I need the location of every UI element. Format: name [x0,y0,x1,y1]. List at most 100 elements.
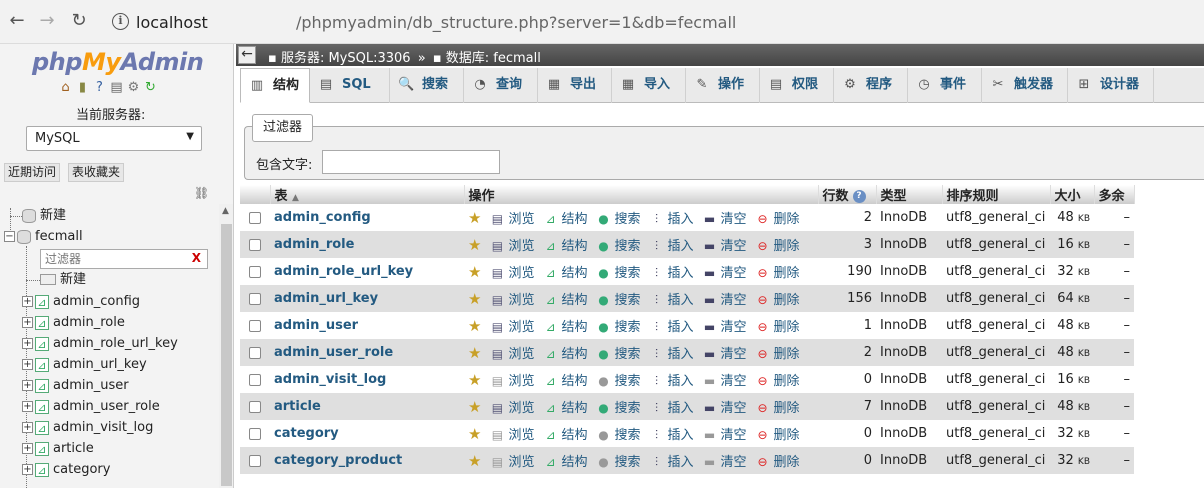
drop-action[interactable]: ⊖ 删除 [755,316,800,335]
favorite-star-icon[interactable]: ★ [468,317,481,335]
collapse-nav-button[interactable]: ← [238,46,256,64]
browse-action[interactable]: ▤ 浏览 [489,235,535,254]
structure-action[interactable]: ⊿ 结构 [542,451,587,470]
browse-action[interactable]: ▤ 浏览 [489,424,535,443]
favorite-star-icon[interactable]: ★ [468,371,481,389]
expand-icon[interactable]: + [22,317,33,328]
structure-action[interactable]: ⊿ 结构 [542,289,587,308]
insert-action[interactable]: ⫶ 插入 [649,316,694,335]
empty-action[interactable]: ▬ 清空 [702,343,747,362]
drop-action[interactable]: ⊖ 删除 [755,208,800,227]
table-size[interactable]: 48 KB [1050,312,1094,339]
insert-action[interactable]: ⫶ 插入 [649,235,694,254]
tree-new-database[interactable]: 新建 [22,206,66,226]
favorite-star-icon[interactable]: ★ [468,209,481,227]
favorite-star-icon[interactable]: ★ [468,452,481,470]
table-size[interactable]: 64 KB [1050,285,1094,312]
expand-icon[interactable]: + [22,422,33,433]
search-action[interactable]: ● 搜索 [595,397,640,416]
search-action[interactable]: ● 搜索 [595,451,640,470]
row-checkbox[interactable] [249,265,261,278]
breadcrumb-server[interactable]: 服务器: MySQL:3306 [281,51,411,66]
forward-icon[interactable]: → [36,10,58,32]
row-checkbox[interactable] [249,373,261,386]
structure-action[interactable]: ⊿ 结构 [542,370,587,389]
tree-table-item[interactable]: + ⊿ admin_url_key [22,355,147,375]
row-checkbox[interactable] [249,238,261,251]
expand-icon[interactable]: + [22,359,33,370]
search-action[interactable]: ● 搜索 [595,316,640,335]
row-checkbox[interactable] [249,346,261,359]
tab-search[interactable]: 🔍 搜索 [390,68,464,103]
table-name-link[interactable]: admin_config [274,210,371,225]
scroll-up-icon[interactable]: ▲ [222,206,229,216]
clear-filter-icon[interactable]: X [192,251,201,265]
empty-action[interactable]: ▬ 清空 [702,370,747,389]
row-checkbox[interactable] [249,211,261,224]
browse-action[interactable]: ▤ 浏览 [489,343,535,362]
tree-db-fecmall[interactable]: − fecmall [4,227,83,247]
search-action[interactable]: ● 搜索 [595,424,640,443]
drop-action[interactable]: ⊖ 删除 [755,262,800,281]
browse-action[interactable]: ▤ 浏览 [489,370,535,389]
logout-icon[interactable]: ▮ [75,80,90,95]
tab-privileges[interactable]: ▤ 权限 [760,68,834,103]
tab-export[interactable]: ▦ 导出 [538,68,612,103]
insert-action[interactable]: ⫶ 插入 [649,262,694,281]
empty-action[interactable]: ▬ 清空 [702,289,747,308]
filter-text-input[interactable] [322,150,500,174]
expand-icon[interactable]: + [22,401,33,412]
expand-icon[interactable]: + [22,296,33,307]
insert-action[interactable]: ⫶ 插入 [649,451,694,470]
insert-action[interactable]: ⫶ 插入 [649,370,694,389]
tab-sql[interactable]: ▤ SQL [310,68,390,103]
favorite-star-icon[interactable]: ★ [468,344,481,362]
browse-action[interactable]: ▤ 浏览 [489,451,535,470]
drop-action[interactable]: ⊖ 删除 [755,343,800,362]
favorite-star-icon[interactable]: ★ [468,425,481,443]
empty-action[interactable]: ▬ 清空 [702,451,747,470]
tab-structure[interactable]: ▥ 结构 [240,68,310,103]
table-name-link[interactable]: admin_role [274,237,354,252]
tab-import[interactable]: ▦ 导入 [612,68,686,103]
tab-wrench[interactable]: ✎ 操作 [686,68,760,103]
breadcrumb-database[interactable]: 数据库: fecmall [446,51,541,66]
tree-table-item[interactable]: + ⊿ admin_role_url_key [22,334,178,354]
tree-table-item[interactable]: + ⊿ admin_role [22,313,125,333]
scroll-thumb[interactable] [221,224,232,486]
table-size[interactable]: 32 KB [1050,258,1094,285]
address-bar[interactable]: i localhost /phpmyadmin/db_structure.php… [100,7,1200,37]
header-type[interactable]: 类型 [876,185,943,204]
table-size[interactable]: 48 KB [1050,339,1094,366]
search-action[interactable]: ● 搜索 [595,370,640,389]
browse-action[interactable]: ▤ 浏览 [489,208,535,227]
row-checkbox[interactable] [249,427,261,440]
tree-table-item[interactable]: + ⊿ admin_visit_log [22,418,153,438]
drop-action[interactable]: ⊖ 删除 [755,289,800,308]
browse-action[interactable]: ▤ 浏览 [489,397,535,416]
help-icon[interactable]: ? [92,80,107,95]
structure-action[interactable]: ⊿ 结构 [542,424,587,443]
table-size[interactable]: 16 KB [1050,366,1094,393]
tree-table-item[interactable]: + ⊿ admin_user [22,376,129,396]
nav-scrollbar[interactable]: ▲ [219,204,233,488]
tree-table-item[interactable]: + ⊿ admin_config [22,292,140,312]
expand-icon[interactable]: + [22,338,33,349]
empty-action[interactable]: ▬ 清空 [702,424,747,443]
reload-icon[interactable]: ↻ [68,10,90,32]
table-name-link[interactable]: category [274,426,339,441]
docs-icon[interactable]: ▤ [109,80,124,95]
table-size[interactable]: 48 KB [1050,393,1094,420]
tab-triggers[interactable]: ✂ 触发器 [982,68,1068,103]
drop-action[interactable]: ⊖ 删除 [755,235,800,254]
insert-action[interactable]: ⫶ 插入 [649,424,694,443]
tab-designer[interactable]: ⊞ 设计器 [1068,68,1154,103]
empty-action[interactable]: ▬ 清空 [702,262,747,281]
row-checkbox[interactable] [249,292,261,305]
drop-action[interactable]: ⊖ 删除 [755,370,800,389]
tree-table-item[interactable]: + ⊿ admin_user_role [22,397,160,417]
search-action[interactable]: ● 搜索 [595,262,640,281]
drop-action[interactable]: ⊖ 删除 [755,424,800,443]
drop-action[interactable]: ⊖ 删除 [755,397,800,416]
table-name-link[interactable]: admin_url_key [274,291,378,306]
